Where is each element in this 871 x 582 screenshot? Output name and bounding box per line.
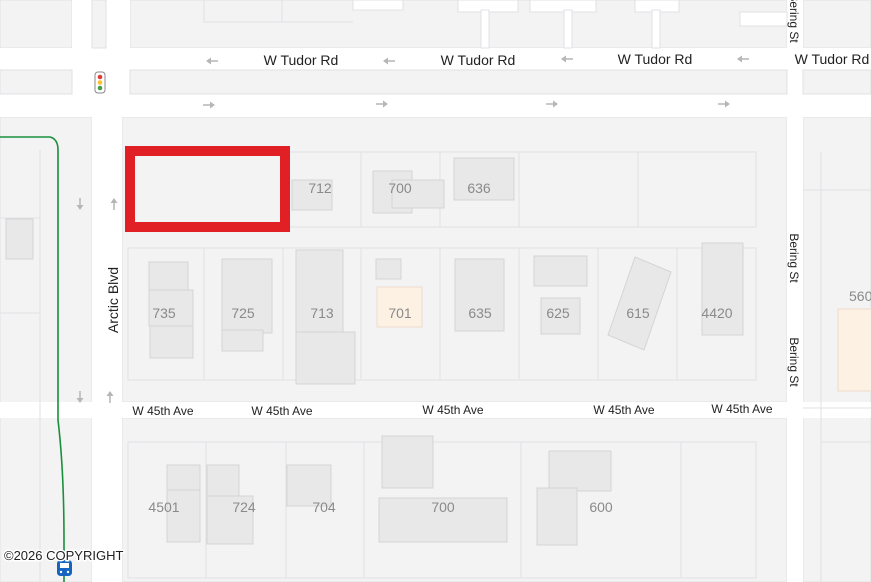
street-label-45th: W 45th Ave <box>422 403 483 417</box>
building-highlighted <box>837 308 871 392</box>
road-tudor-south <box>0 94 871 117</box>
lot-number: 712 <box>308 180 332 196</box>
building <box>381 435 434 489</box>
lot-number: 4420 <box>701 305 732 321</box>
lot-number: 735 <box>152 305 176 321</box>
building <box>536 487 578 546</box>
lot-number: 635 <box>468 305 492 321</box>
map-canvas[interactable]: W Tudor Rd W Tudor Rd W Tudor Rd W Tudor… <box>0 0 871 582</box>
building <box>221 329 264 352</box>
lot-number: 4501 <box>148 499 179 515</box>
street-label-tudor: W Tudor Rd <box>795 51 870 67</box>
street-label-45th: W 45th Ave <box>711 402 772 416</box>
lot-number: 600 <box>589 499 613 515</box>
lot-number: 713 <box>310 305 334 321</box>
street-label-bering: Bering St <box>787 0 801 43</box>
street-label-tudor: W Tudor Rd <box>618 51 693 67</box>
arctic-median-top <box>91 0 107 49</box>
building <box>533 255 588 287</box>
building <box>295 331 356 385</box>
building <box>148 261 189 293</box>
road-bering <box>787 0 803 582</box>
building <box>548 450 612 492</box>
tudor-median-east <box>802 69 871 95</box>
road-arctic <box>92 117 122 582</box>
building <box>701 242 744 336</box>
block <box>0 116 93 582</box>
lot-number: 725 <box>231 305 255 321</box>
lot-number: 560 <box>849 288 871 304</box>
street-label-45th: W 45th Ave <box>593 403 654 417</box>
street-label-tudor: W Tudor Rd <box>441 52 516 68</box>
street-label-45th: W 45th Ave <box>132 404 193 418</box>
building <box>206 464 240 501</box>
building <box>295 249 344 336</box>
building <box>5 218 34 260</box>
street-label-tudor: W Tudor Rd <box>264 52 339 68</box>
copyright-text: ©2026 COPYRIGHT <box>4 548 123 563</box>
lot-number: 724 <box>232 499 256 515</box>
block <box>0 0 73 49</box>
lot-number: 700 <box>388 180 412 196</box>
building <box>221 258 273 334</box>
lot-number: 700 <box>431 499 455 515</box>
tudor-median <box>129 69 788 95</box>
lot-number: 615 <box>626 305 650 321</box>
lot-number: 636 <box>467 180 491 196</box>
map-svg: W Tudor Rd W Tudor Rd W Tudor Rd W Tudor… <box>0 0 871 582</box>
building <box>149 325 194 359</box>
lot-number: 701 <box>388 305 412 321</box>
street-label-bering: Bering St <box>787 233 801 283</box>
lot-number: 704 <box>312 499 336 515</box>
lot-number: 625 <box>546 305 570 321</box>
street-label-arctic: Arctic Blvd <box>105 267 121 333</box>
traffic-light-icon <box>94 71 106 94</box>
street-label-bering: Bering St <box>787 337 801 387</box>
building <box>166 489 201 543</box>
street-label-45th: W 45th Ave <box>251 404 312 418</box>
tudor-median-west <box>0 69 73 95</box>
block <box>802 0 871 49</box>
building <box>375 258 402 280</box>
